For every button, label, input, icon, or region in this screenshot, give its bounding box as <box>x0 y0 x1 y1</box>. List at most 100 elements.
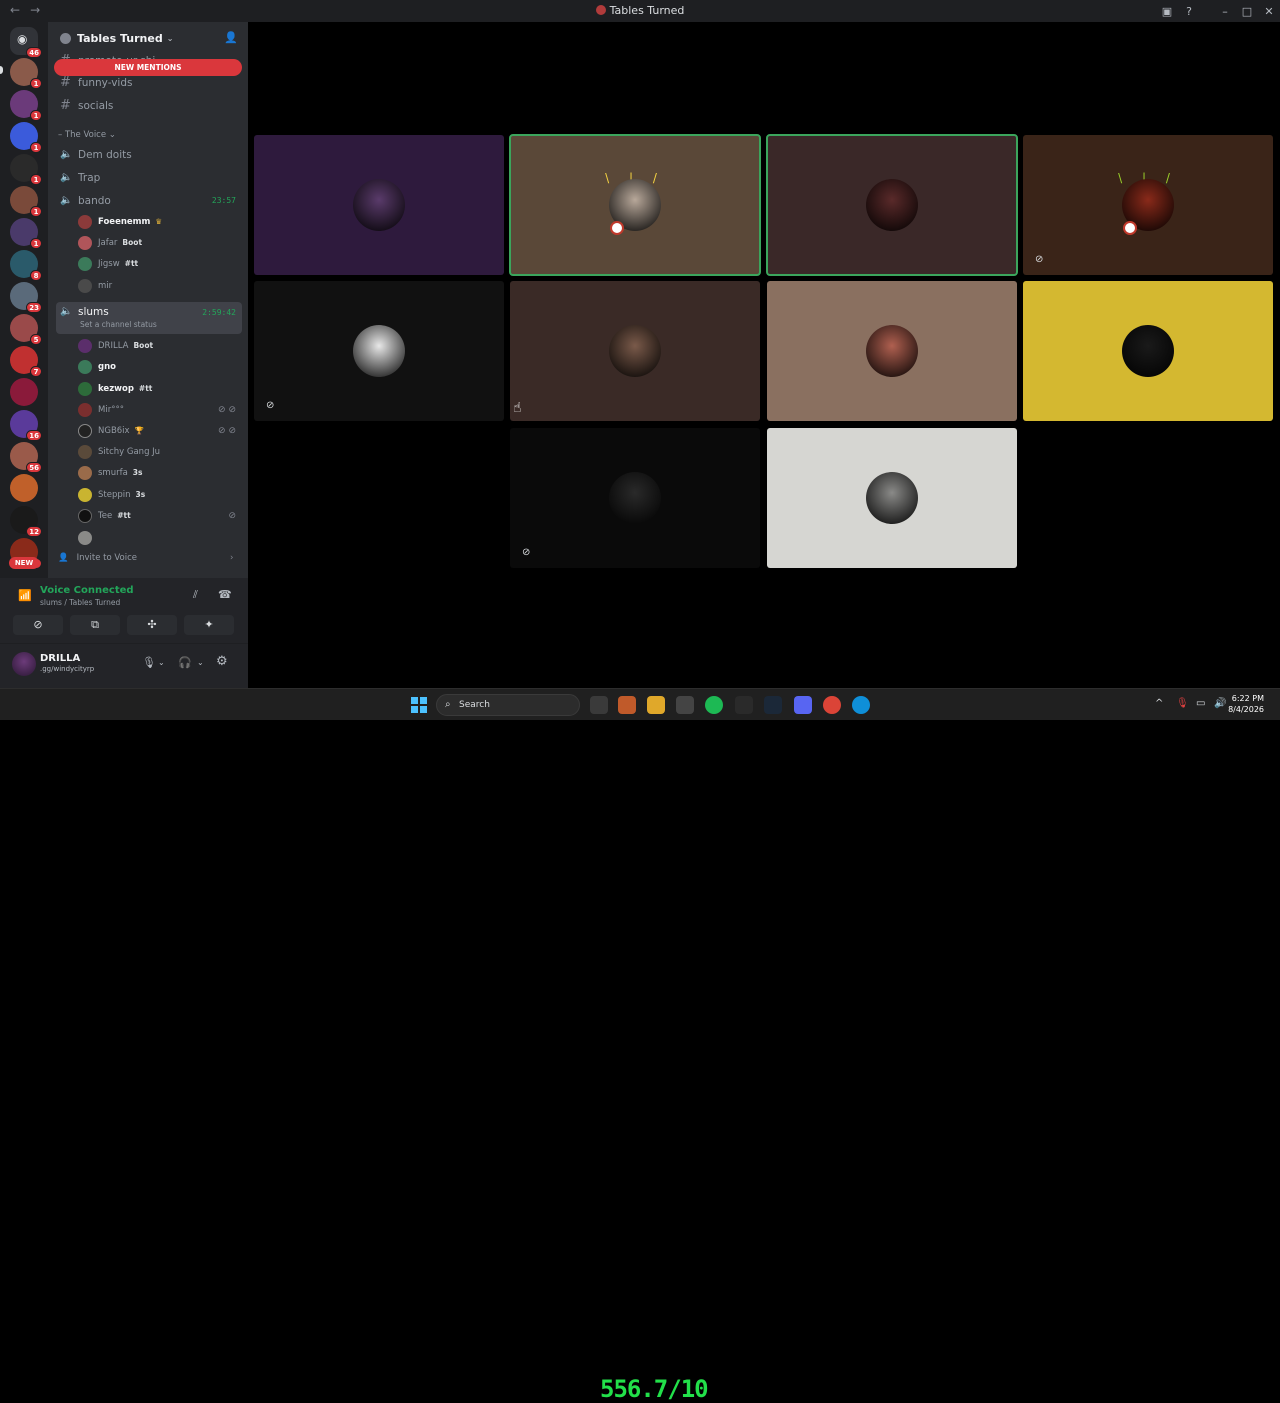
close-button[interactable]: ✕ <box>1258 5 1280 18</box>
discord-home-icon[interactable]: ◉ 46 <box>10 27 42 58</box>
new-badge[interactable]: NEW <box>9 557 39 569</box>
xbox-icon[interactable] <box>735 696 753 714</box>
notification-badge: 1 <box>30 238 42 249</box>
server-icon[interactable]: 7 <box>10 346 42 377</box>
server-icon[interactable]: 8 <box>10 250 42 281</box>
file-explorer-icon[interactable] <box>647 696 665 714</box>
microphone-icon[interactable]: 🎙 <box>142 656 156 669</box>
minimize-button[interactable]: – <box>1214 5 1236 18</box>
steam-icon[interactable] <box>764 696 782 714</box>
server-icon[interactable]: 1 <box>10 154 42 185</box>
voice-channel-dem-doits[interactable]: 🔈 Dem doits <box>56 144 242 165</box>
badge-icon <box>1123 221 1137 235</box>
server-icon[interactable] <box>10 474 38 502</box>
avatar <box>78 444 92 459</box>
avatar <box>78 487 92 502</box>
activities-button[interactable]: ✣ <box>127 615 177 635</box>
invite-to-voice[interactable]: 👤 Invite to Voice › <box>58 553 233 563</box>
voice-user[interactable]: gno <box>78 356 240 377</box>
maximize-button[interactable]: □ <box>1236 5 1258 18</box>
voice-channel-slums[interactable]: 🔈 slums 2:59:42 Set a channel status <box>56 302 242 334</box>
server-icon[interactable]: 1 <box>10 122 42 153</box>
server-icon[interactable] <box>10 378 38 406</box>
voice-user[interactable]: DRILLA Boot <box>78 335 240 356</box>
voice-user[interactable] <box>78 527 240 548</box>
system-clock[interactable]: 6:22 PM 8/4/2026 <box>1228 693 1264 715</box>
screen-share-button[interactable]: ⧉ <box>70 615 120 635</box>
server-icon[interactable]: 23 <box>10 282 42 313</box>
add-user-icon[interactable]: 👤 <box>224 31 238 44</box>
server-icon[interactable]: 1 <box>10 186 42 217</box>
participant-tile[interactable]: \ | / <box>509 134 761 276</box>
voice-user[interactable]: Mir°°° ⊘ ⊘ <box>78 399 240 420</box>
noise-suppression-icon[interactable]: ⫽ <box>193 588 198 602</box>
participant-tile[interactable]: \ | / ⊘ <box>1023 135 1273 275</box>
soundboard-icon: ✦ <box>204 618 214 631</box>
camera-button[interactable]: ⊘ <box>13 615 63 635</box>
unread-pill <box>0 66 3 74</box>
voice-user[interactable]: Jigsw #tt <box>78 253 240 274</box>
voice-location[interactable]: slums / Tables Turned <box>40 598 120 607</box>
voice-channel-bando[interactable]: 🔈 bando 23:57 <box>56 190 242 211</box>
participant-tile[interactable] <box>1023 281 1273 421</box>
participant-tile[interactable] <box>766 134 1018 276</box>
avatar[interactable] <box>12 652 36 676</box>
server-icon[interactable]: 56 <box>10 442 42 473</box>
username[interactable]: DRILLA <box>40 653 80 664</box>
category-header[interactable]: – The Voice ⌄ <box>58 130 116 140</box>
participant-tile[interactable] <box>767 281 1017 421</box>
chevron-up-icon[interactable]: ^ <box>1155 698 1163 709</box>
avatar <box>78 465 92 480</box>
chevron-down-icon[interactable]: ⌄ <box>158 658 165 667</box>
discord-icon[interactable] <box>794 696 812 714</box>
voice-user[interactable]: Foeenemm ♛ <box>78 211 240 232</box>
avatar <box>866 472 918 524</box>
channel-funny-vids[interactable]: # funny-vids <box>56 72 242 93</box>
activities-icon: ✣ <box>147 618 157 631</box>
server-icon[interactable]: 12 <box>10 506 42 537</box>
voice-user[interactable]: NGB6ix 🏆 ⊘ ⊘ <box>78 420 240 441</box>
server-icon[interactable]: 1 <box>10 218 42 249</box>
participant-tile[interactable] <box>510 281 760 421</box>
edge-icon[interactable] <box>852 696 870 714</box>
voice-user[interactable]: Steppin 3s <box>78 484 240 505</box>
volume-icon[interactable]: 🔊 <box>1214 698 1226 709</box>
voice-user[interactable]: Tee #tt ⊘ <box>78 505 240 526</box>
spotify-icon[interactable] <box>705 696 723 714</box>
search-icon: ⌕ <box>445 699 451 710</box>
voice-user[interactable]: Sitchy Gang Ju <box>78 441 240 462</box>
headphones-icon[interactable]: 🎧 <box>178 656 192 669</box>
chevron-down-icon[interactable]: ⌄ <box>197 658 204 667</box>
task-view-icon[interactable] <box>590 696 608 714</box>
server-icon[interactable]: 1 <box>10 58 42 89</box>
inbox-icon[interactable]: ▣ <box>1156 5 1178 18</box>
gear-icon[interactable]: ⚙ <box>216 654 228 669</box>
participant-tile[interactable] <box>254 135 504 275</box>
voice-user[interactable]: mir <box>78 275 240 296</box>
participant-tile[interactable]: ⊘ <box>254 281 504 421</box>
help-icon[interactable]: ? <box>1178 5 1200 18</box>
voice-user[interactable]: kezwop #tt <box>78 378 240 399</box>
participant-tile[interactable] <box>767 428 1017 568</box>
app-icon[interactable] <box>618 696 636 714</box>
voice-connected-label[interactable]: Voice Connected <box>40 585 134 596</box>
app-icon[interactable] <box>676 696 694 714</box>
participant-tile[interactable]: ⊘ <box>510 428 760 568</box>
voice-user[interactable]: smurfa 3s <box>78 462 240 483</box>
server-icon[interactable]: 5 <box>10 314 42 345</box>
voice-user[interactable]: Jafar Boot <box>78 232 240 253</box>
disconnect-icon[interactable]: ☎ <box>218 588 232 601</box>
windows-start-icon[interactable] <box>411 697 427 713</box>
server-icon[interactable]: 1 <box>10 90 42 121</box>
taskbar-search[interactable]: ⌕ Search <box>436 694 580 716</box>
avatar <box>609 472 661 524</box>
server-icon[interactable]: 16 <box>10 410 42 441</box>
microphone-icon[interactable]: 🎙 <box>1176 698 1189 709</box>
network-icon[interactable]: ▭ <box>1196 698 1205 709</box>
voice-channel-trap[interactable]: 🔈 Trap <box>56 167 242 188</box>
soundboard-button[interactable]: ✦ <box>184 615 234 635</box>
chrome-icon[interactable] <box>823 696 841 714</box>
server-icon <box>60 32 71 44</box>
channel-status[interactable]: Set a channel status <box>80 320 157 329</box>
channel-socials[interactable]: # socials <box>56 95 242 116</box>
